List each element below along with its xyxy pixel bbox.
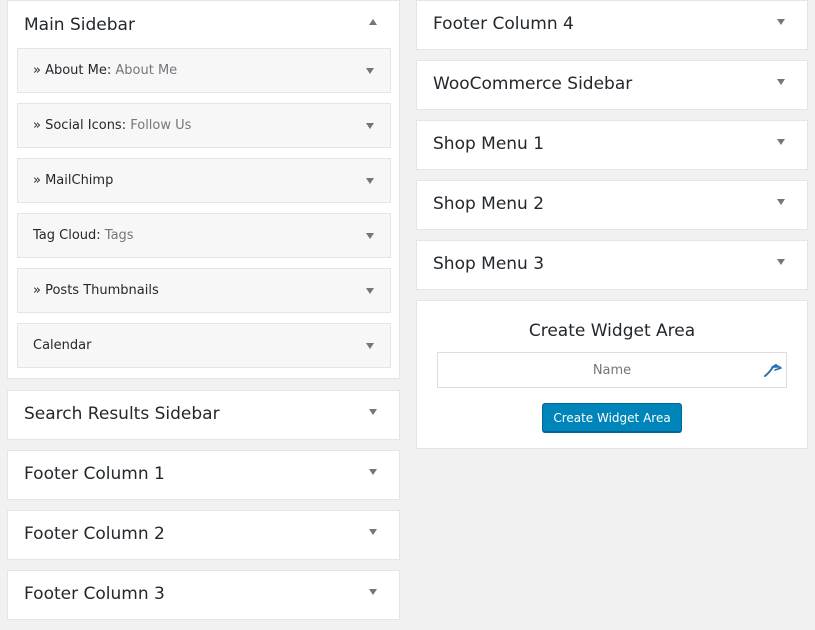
arrow-down-icon[interactable] <box>777 199 785 205</box>
arrow-down-icon[interactable] <box>369 409 377 415</box>
arrow-down-icon[interactable] <box>777 19 785 25</box>
widget-title: Tag Cloud: Tags <box>33 228 134 243</box>
arrow-up-icon[interactable] <box>369 19 377 25</box>
arrow-down-icon[interactable] <box>369 529 377 535</box>
widget-about-me[interactable]: » About Me: About Me <box>17 48 391 93</box>
widget-mailchimp[interactable]: » MailChimp <box>17 158 391 203</box>
widget-area-name-input[interactable] <box>437 352 787 388</box>
sidebar-title: Search Results Sidebar <box>24 404 220 424</box>
sidebar-title: Shop Menu 1 <box>433 134 545 154</box>
sidebar-title: Shop Menu 3 <box>433 254 545 274</box>
sidebar-title: WooCommerce Sidebar <box>433 74 633 94</box>
arrow-down-icon[interactable] <box>366 233 374 239</box>
sidebar-shop-menu-3[interactable]: Shop Menu 3 <box>416 240 808 290</box>
widget-title: Calendar <box>33 338 92 353</box>
sidebar-title: Shop Menu 2 <box>433 194 545 214</box>
sidebar-footer-column-2[interactable]: Footer Column 2 <box>7 510 400 560</box>
create-widget-area-title: Create Widget Area <box>528 321 696 341</box>
sidebar-title: Footer Column 1 <box>24 464 165 484</box>
widget-posts-thumbnails[interactable]: » Posts Thumbnails <box>17 268 391 313</box>
widget-title: » About Me: About Me <box>33 63 178 78</box>
main-sidebar-area: Main Sidebar » About Me: About Me » Soci… <box>7 0 400 379</box>
arrow-down-icon[interactable] <box>366 68 374 74</box>
left-column: Main Sidebar » About Me: About Me » Soci… <box>7 0 400 630</box>
widget-title: » MailChimp <box>33 173 114 188</box>
sidebar-title: Footer Column 3 <box>24 584 165 604</box>
right-column: Footer Column 4 WooCommerce Sidebar Shop… <box>416 0 808 449</box>
sidebar-shop-menu-2[interactable]: Shop Menu 2 <box>416 180 808 230</box>
widget-tag-cloud[interactable]: Tag Cloud: Tags <box>17 213 391 258</box>
sidebar-title: Footer Column 4 <box>433 14 574 34</box>
sidebar-shop-menu-1[interactable]: Shop Menu 1 <box>416 120 808 170</box>
sidebar-footer-column-1[interactable]: Footer Column 1 <box>7 450 400 500</box>
sidebar-search-results[interactable]: Search Results Sidebar <box>7 390 400 440</box>
autofill-icon[interactable] <box>763 361 783 379</box>
widget-calendar[interactable]: Calendar <box>17 323 391 368</box>
arrow-down-icon[interactable] <box>777 259 785 265</box>
sidebar-footer-column-3[interactable]: Footer Column 3 <box>7 570 400 620</box>
sidebar-title: Footer Column 2 <box>24 524 165 544</box>
arrow-down-icon[interactable] <box>366 123 374 129</box>
arrow-down-icon[interactable] <box>366 288 374 294</box>
create-widget-area-button[interactable]: Create Widget Area <box>542 403 682 432</box>
arrow-down-icon[interactable] <box>777 79 785 85</box>
arrow-down-icon[interactable] <box>777 139 785 145</box>
sidebar-footer-column-4[interactable]: Footer Column 4 <box>416 0 808 50</box>
widget-title: » Posts Thumbnails <box>33 283 159 298</box>
arrow-down-icon[interactable] <box>366 178 374 184</box>
sidebar-title[interactable]: Main Sidebar <box>24 15 135 35</box>
sidebar-woocommerce[interactable]: WooCommerce Sidebar <box>416 60 808 110</box>
create-widget-area-panel: Create Widget Area Create Widget Area <box>416 300 808 449</box>
arrow-down-icon[interactable] <box>369 469 377 475</box>
arrow-down-icon[interactable] <box>369 589 377 595</box>
arrow-down-icon[interactable] <box>366 343 374 349</box>
widget-title: » Social Icons: Follow Us <box>33 118 192 133</box>
widget-social-icons[interactable]: » Social Icons: Follow Us <box>17 103 391 148</box>
